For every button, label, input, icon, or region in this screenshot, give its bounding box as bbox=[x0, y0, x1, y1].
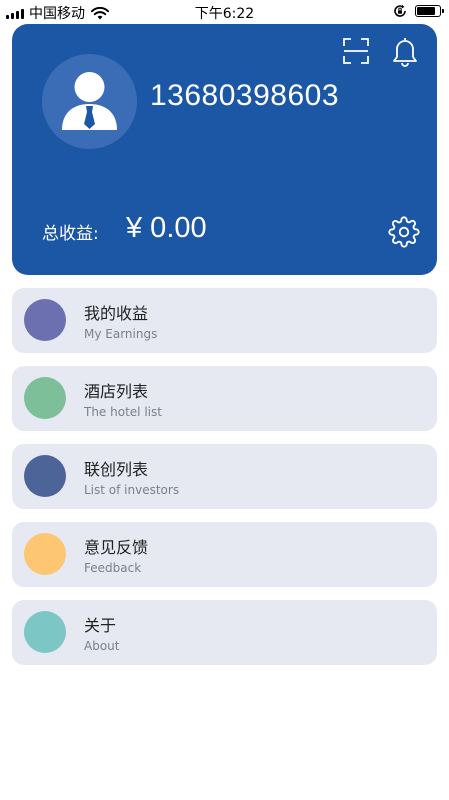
total-earnings-label: 总收益: bbox=[42, 224, 99, 244]
menu-item-investors-list[interactable]: 联创列表 List of investors bbox=[12, 444, 437, 509]
phone-number: 13680398603 bbox=[150, 79, 340, 112]
menu-item-title: 意见反馈 bbox=[84, 538, 149, 557]
menu-item-title: 酒店列表 bbox=[84, 382, 149, 401]
my-earnings-icon bbox=[24, 299, 66, 341]
battery-fill bbox=[417, 7, 436, 15]
settings-button[interactable] bbox=[388, 216, 420, 248]
menu-item-subtitle: My Earnings bbox=[84, 327, 158, 341]
status-bar: 中国移动 下午6:22 bbox=[0, 0, 449, 24]
scan-icon bbox=[343, 38, 369, 64]
menu-item-subtitle: Feedback bbox=[84, 561, 142, 575]
scan-button[interactable] bbox=[342, 37, 370, 65]
battery-icon bbox=[415, 5, 444, 17]
menu-item-title: 我的收益 bbox=[84, 304, 149, 323]
hotel-list-icon bbox=[24, 377, 66, 419]
status-right bbox=[393, 4, 444, 18]
menu-item-hotel-list[interactable]: 酒店列表 The hotel list bbox=[12, 366, 437, 431]
menu-item-my-earnings[interactable]: 我的收益 My Earnings bbox=[12, 288, 437, 353]
avatar[interactable] bbox=[42, 54, 137, 149]
menu-item-feedback[interactable]: 意见反馈 Feedback bbox=[12, 522, 437, 587]
investors-list-icon bbox=[24, 455, 66, 497]
gear-icon bbox=[388, 216, 420, 248]
rotation-lock-icon bbox=[394, 4, 406, 17]
feedback-icon bbox=[24, 533, 66, 575]
menu-item-title: 关于 bbox=[84, 616, 117, 635]
status-time: 下午6:22 bbox=[194, 6, 255, 22]
menu-item-title: 联创列表 bbox=[84, 460, 149, 479]
profile-card: 13680398603 总收益: ¥ 0.00 bbox=[12, 24, 437, 275]
about-icon bbox=[24, 611, 66, 653]
menu-item-subtitle: The hotel list bbox=[84, 405, 162, 419]
menu-item-about[interactable]: 关于 About bbox=[12, 600, 437, 665]
user-avatar-icon bbox=[62, 72, 117, 130]
menu-item-subtitle: About bbox=[84, 639, 120, 653]
notification-button[interactable] bbox=[390, 35, 420, 67]
bell-icon bbox=[393, 38, 417, 67]
menu-item-subtitle: List of investors bbox=[84, 483, 180, 497]
total-earnings-value: ¥ 0.00 bbox=[126, 212, 207, 244]
